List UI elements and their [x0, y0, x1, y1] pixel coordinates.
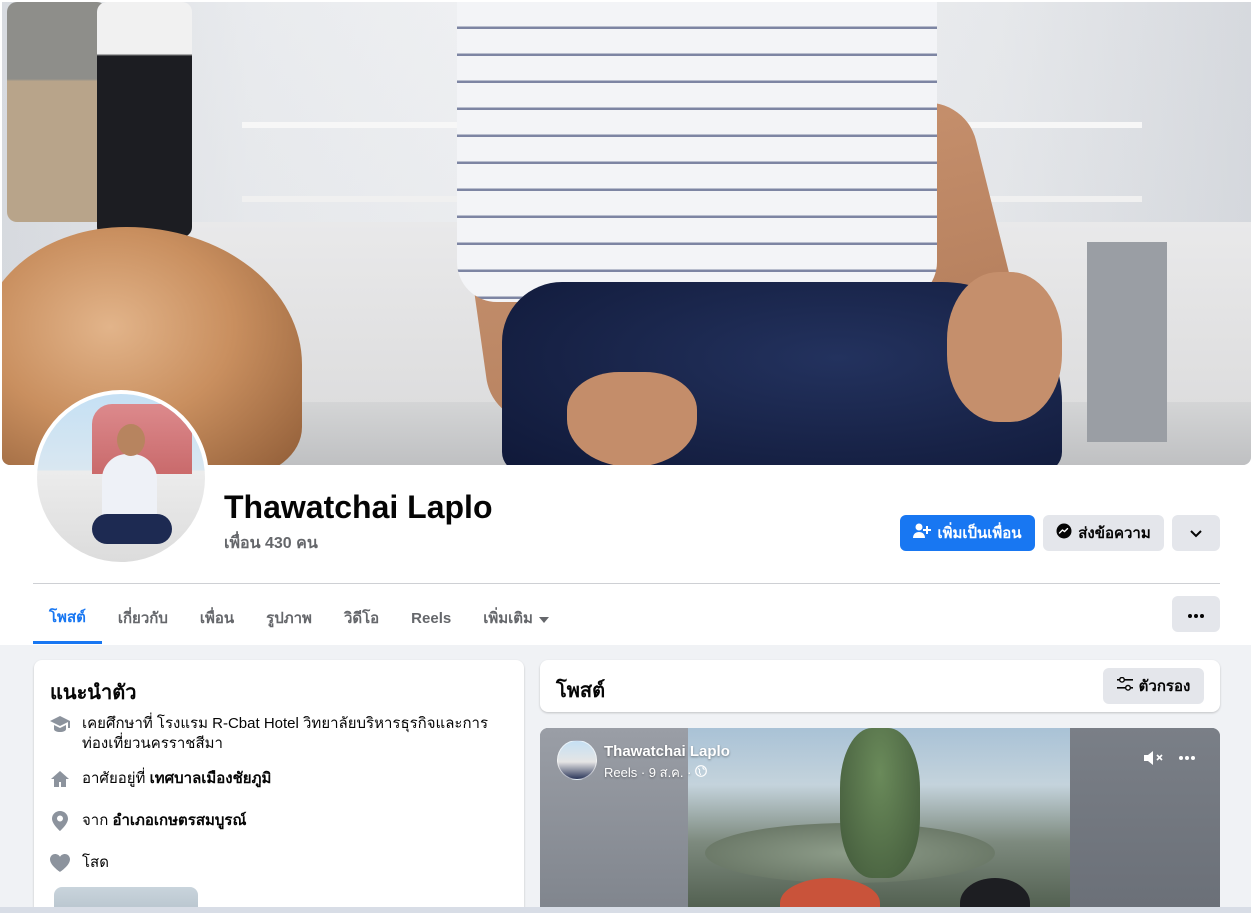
tab-more[interactable]: เพิ่มเติม [467, 593, 565, 643]
posts-header-card: โพสต์ ตัวกรอง [540, 660, 1220, 712]
heart-icon [50, 853, 70, 873]
intro-from: จาก อำเภอเกษตรสมบูรณ์ [50, 811, 246, 831]
location-pin-icon [50, 811, 70, 831]
caret-down-icon [538, 610, 549, 627]
profile-avatar[interactable] [33, 390, 209, 566]
message-button[interactable]: ส่งข้อความ [1043, 515, 1164, 551]
posts-title: โพสต์ [556, 680, 606, 702]
profile-header: Thawatchai Laplo เพื่อน 430 คน เพิ่มเป็น… [0, 0, 1251, 645]
tab-posts[interactable]: โพสต์ [33, 593, 102, 644]
profile-name: Thawatchai Laplo [224, 489, 493, 525]
window-bottom-edge [0, 907, 1251, 913]
tab-videos[interactable]: วิดีโอ [328, 593, 395, 643]
more-dots-icon [1188, 605, 1204, 623]
intro-education: เคยศึกษาที่ โรงแรม R-Cbat Hotel วิทยาลัย… [50, 714, 505, 754]
add-friend-label: เพิ่มเป็นเพื่อน [937, 525, 1022, 542]
friends-count[interactable]: เพื่อน 430 คน [224, 531, 318, 556]
reel-author-avatar[interactable] [557, 740, 597, 780]
add-friend-icon [913, 523, 932, 543]
globe-icon [695, 765, 708, 780]
filter-sliders-icon [1116, 676, 1133, 695]
intro-card: แนะนำตัว เคยศึกษาที่ โรงแรม R-Cbat Hotel… [34, 660, 524, 913]
intro-title: แนะนำตัว [50, 682, 137, 704]
tab-reels[interactable]: Reels [395, 593, 467, 643]
filter-button[interactable]: ตัวกรอง [1103, 668, 1204, 704]
home-icon [50, 769, 70, 789]
reel-post[interactable]: Thawatchai Laplo Reels · 9 ส.ค. · [540, 728, 1220, 913]
tab-about[interactable]: เกี่ยวกับ [102, 593, 184, 643]
reel-more-options-icon[interactable] [1174, 748, 1200, 768]
profile-options-button[interactable] [1172, 515, 1220, 551]
messenger-icon [1056, 523, 1072, 543]
profile-tabs: โพสต์ เกี่ยวกับ เพื่อน รูปภาพ วิดีโอ Ree… [33, 593, 565, 645]
cover-photo[interactable] [2, 2, 1251, 465]
chevron-down-icon [1190, 525, 1202, 542]
header-divider [33, 583, 1220, 584]
from-link[interactable]: อำเภอเกษตรสมบูรณ์ [112, 812, 246, 829]
tabs-more-options-button[interactable] [1172, 596, 1220, 632]
add-friend-button[interactable]: เพิ่มเป็นเพื่อน [900, 515, 1035, 551]
intro-lives-in: อาศัยอยู่ที่ เทศบาลเมืองชัยภูมิ [50, 769, 271, 789]
tab-photos[interactable]: รูปภาพ [250, 593, 328, 643]
intro-relationship: โสด [50, 853, 109, 873]
graduation-cap-icon [50, 714, 70, 734]
filter-label: ตัวกรอง [1138, 678, 1191, 695]
lives-in-link[interactable]: เทศบาลเมืองชัยภูมิ [150, 770, 272, 787]
tab-friends[interactable]: เพื่อน [184, 593, 250, 643]
mute-icon[interactable] [1142, 748, 1166, 768]
reel-meta: Reels · 9 ส.ค. · [604, 762, 708, 783]
reel-author-name[interactable]: Thawatchai Laplo [604, 743, 730, 760]
message-label: ส่งข้อความ [1078, 525, 1151, 542]
